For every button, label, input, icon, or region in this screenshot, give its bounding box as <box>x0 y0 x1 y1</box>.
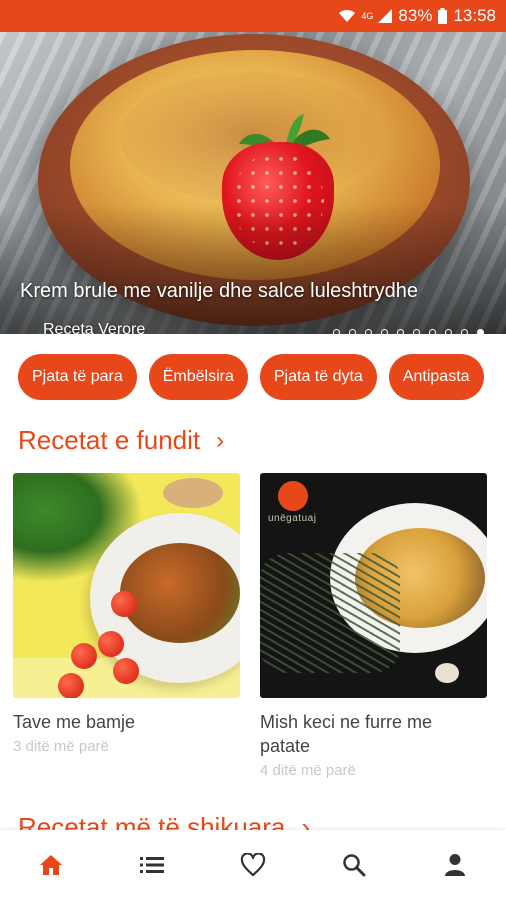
chevron-right-icon: › <box>216 426 225 454</box>
recipe-name: Mish keci ne furre me patate <box>260 712 433 756</box>
recipe-card[interactable]: Tave me bamje 3 ditë më parë <box>13 473 240 755</box>
recipe-thumbnail: unëgatuaj <box>260 473 487 698</box>
recipe-time: 4 ditë më parë <box>260 762 356 779</box>
thumb-spoon <box>163 478 223 508</box>
thumb-garlic <box>435 663 459 683</box>
bottom-navigation <box>0 830 506 900</box>
brand-watermark: unëgatuaj <box>268 513 317 524</box>
chip-pjata-te-dyta[interactable]: Pjata të dyta <box>259 354 377 400</box>
carousel-dot[interactable] <box>397 329 404 334</box>
carousel-dot[interactable] <box>413 329 420 334</box>
latest-recipes-header[interactable]: Recetat e fundit › <box>18 425 224 456</box>
carousel-dot[interactable] <box>429 329 436 334</box>
battery-percent: 83% <box>398 6 433 25</box>
nav-home[interactable] <box>21 835 81 895</box>
nav-favorites[interactable] <box>223 835 283 895</box>
hero-gradient <box>0 204 506 334</box>
thumb-tomato <box>111 591 137 617</box>
recipe-time: 3 ditë më parë <box>13 738 109 755</box>
recipe-name: Tave me bamje <box>13 712 136 732</box>
chip-antipasta[interactable]: Antipasta <box>388 354 484 400</box>
thumb-tomato <box>113 658 139 684</box>
home-icon <box>39 855 62 875</box>
thumb-rosemary <box>260 553 400 673</box>
carousel-pager[interactable] <box>333 329 484 334</box>
hero-title[interactable]: Krem brule me vanilje dhe salce luleshtr… <box>20 280 418 303</box>
recipe-thumbnail <box>13 473 240 698</box>
list-icon <box>139 857 164 873</box>
wifi-icon <box>339 9 356 22</box>
thumb-tomato <box>58 673 84 698</box>
network-label: 4G <box>361 11 374 21</box>
battery-icon <box>438 8 448 24</box>
recipe-card[interactable]: unëgatuaj Mish keci ne furre me patate 4… <box>260 473 487 779</box>
carousel-dot[interactable] <box>477 329 484 334</box>
thumb-stew <box>120 543 240 643</box>
search-icon <box>343 854 366 877</box>
carousel-dot[interactable] <box>445 329 452 334</box>
status-bar: 4G 83% 13:58 <box>0 0 506 32</box>
carousel-dot[interactable] <box>461 329 468 334</box>
chip-embelsira[interactable]: Ëmbëlsira <box>148 354 248 400</box>
carousel-dot[interactable] <box>349 329 356 334</box>
latest-recipes-title: Recetat e fundit <box>18 425 201 455</box>
brand-logo-icon <box>278 481 308 511</box>
thumb-tomato <box>71 643 97 669</box>
chip-pjata-te-para[interactable]: Pjata të para <box>18 354 137 400</box>
category-chips: Pjata të para Ëmbëlsira Pjata të dyta An… <box>18 354 484 400</box>
nav-profile[interactable] <box>425 835 485 895</box>
hero-category: Receta Verore <box>43 321 146 334</box>
carousel-dot[interactable] <box>381 329 388 334</box>
profile-icon <box>445 854 466 876</box>
signal-icon <box>378 9 393 23</box>
heart-icon <box>240 853 266 877</box>
carousel-dot[interactable] <box>333 329 340 334</box>
clock: 13:58 <box>453 6 496 25</box>
status-icons: 4G <box>338 9 393 23</box>
nav-search[interactable] <box>324 835 384 895</box>
carousel-dot[interactable] <box>365 329 372 334</box>
nav-categories[interactable] <box>122 835 182 895</box>
thumb-tomato <box>98 631 124 657</box>
featured-recipe-carousel[interactable]: Krem brule me vanilje dhe salce luleshtr… <box>0 32 506 334</box>
